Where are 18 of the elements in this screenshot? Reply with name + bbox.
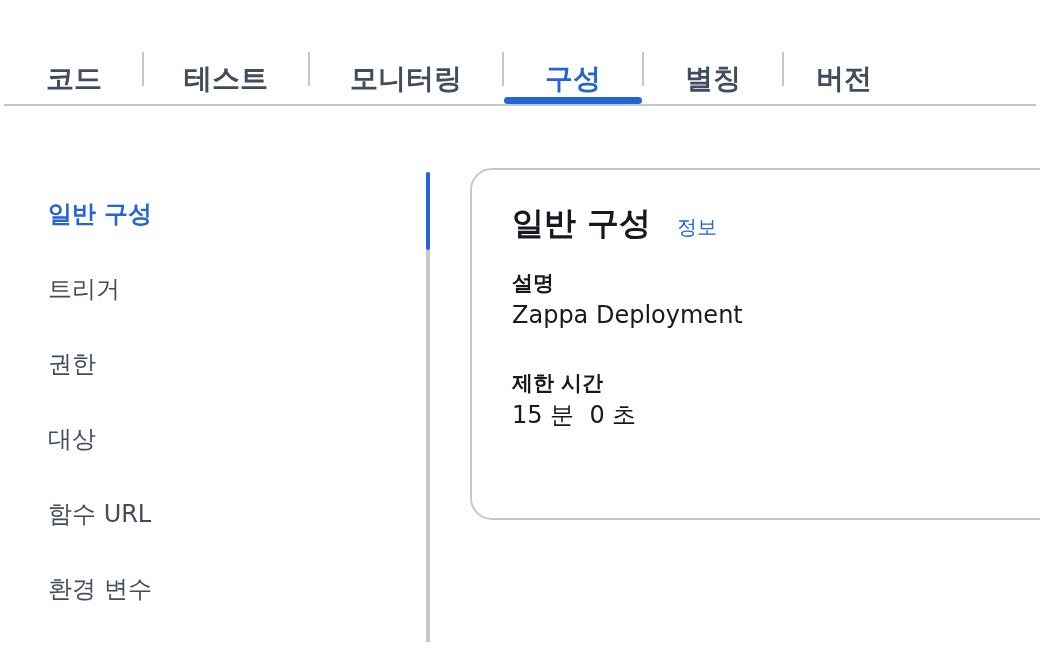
- field-value: Zappa Deployment: [512, 300, 744, 331]
- sidebar-item[interactable]: 환경 변수: [48, 567, 426, 642]
- tab[interactable]: 별칭: [644, 48, 782, 104]
- tab[interactable]: 테스트: [144, 48, 308, 104]
- sidebar-item[interactable]: 권한: [48, 342, 426, 417]
- sidebar-item[interactable]: 일반 구성: [48, 192, 426, 267]
- info-link[interactable]: 정보: [677, 214, 718, 241]
- field-value: 15 분 0 초: [512, 400, 638, 431]
- field-label: 제한 시간: [512, 370, 605, 397]
- sidebar-item[interactable]: 함수 URL: [48, 492, 426, 567]
- card-title: 일반 구성: [512, 203, 652, 244]
- field-label: 설명: [512, 270, 555, 297]
- sidebar-item[interactable]: 대상: [48, 417, 426, 492]
- tab[interactable]: 코드: [4, 48, 142, 104]
- tab[interactable]: 버전: [784, 48, 904, 104]
- sidebar-item[interactable]: 트리거: [48, 267, 426, 342]
- tab[interactable]: 모니터링: [310, 48, 502, 104]
- tab[interactable]: 구성: [504, 48, 642, 104]
